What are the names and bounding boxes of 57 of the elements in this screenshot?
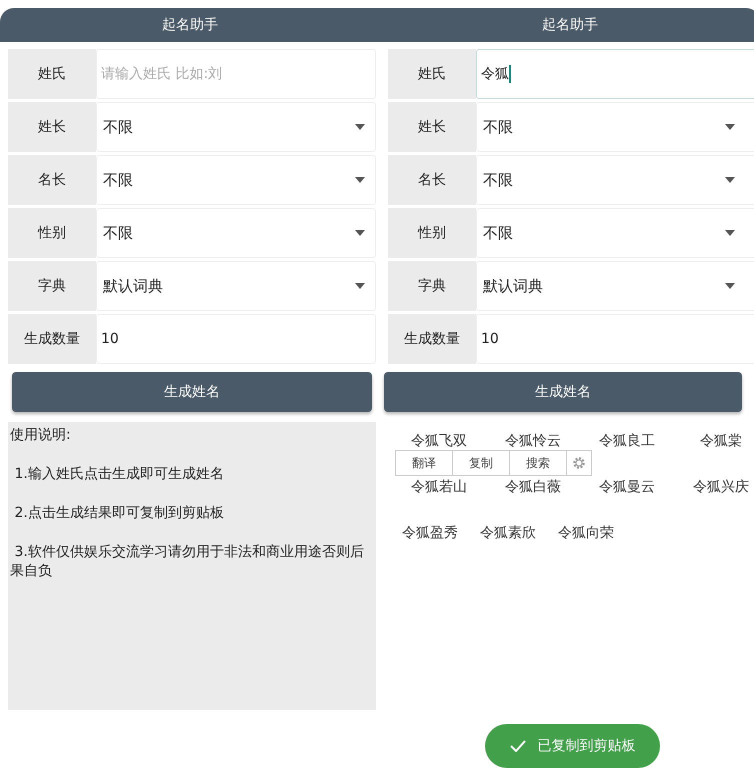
instruction-text: 2.点击生成结果即可复制到剪贴板 <box>13 504 225 523</box>
field-label: 性别 <box>388 208 476 258</box>
field-label: 生成数量 <box>388 314 476 364</box>
dropdown-caret-icon <box>725 230 735 236</box>
text-cursor <box>509 65 511 83</box>
field-label: 姓长 <box>8 102 96 152</box>
toast-text: 已复制到剪贴板 <box>538 737 636 755</box>
field-label: 名长 <box>8 155 96 205</box>
name-result[interactable]: 令狐棠 <box>674 432 754 450</box>
generate-button[interactable]: 生成姓名 <box>384 372 742 412</box>
dropdown[interactable]: 不限 <box>476 155 754 205</box>
field-label: 姓氏 <box>8 49 96 99</box>
field-label: 生成数量 <box>8 314 96 364</box>
dropdown-caret-icon <box>355 230 365 236</box>
dropdown[interactable]: 默认词典 <box>96 261 376 311</box>
dropdown-caret-icon <box>725 177 735 183</box>
field-label: 性别 <box>8 208 96 258</box>
dropdown[interactable]: 不限 <box>96 155 376 205</box>
input-field[interactable]: 10 <box>476 314 754 364</box>
menu-item[interactable]: 复制 <box>453 451 510 475</box>
dropdown[interactable]: 不限 <box>476 208 754 258</box>
dropdown[interactable]: 不限 <box>96 102 376 152</box>
settings-icon[interactable] <box>572 456 586 470</box>
input-field[interactable]: 令狐 <box>476 49 754 99</box>
title-bar: 起名助手 <box>380 8 754 42</box>
dropdown-caret-icon <box>725 124 735 130</box>
field-label: 字典 <box>388 261 476 311</box>
name-result[interactable]: 令狐飞双 <box>392 432 486 450</box>
name-result[interactable]: 令狐素欣 <box>470 524 548 542</box>
name-result[interactable]: 令狐白薇 <box>486 478 580 496</box>
dropdown-caret-icon <box>725 283 735 289</box>
menu-item[interactable]: 搜索 <box>510 451 567 475</box>
instruction-text: 3.软件仅供娱乐交流学习请勿用于非法和商业用途否则后果自负 <box>10 543 365 581</box>
check-icon <box>510 740 526 752</box>
name-result[interactable]: 令狐兴庆 <box>674 478 754 496</box>
instruction-text: 1.输入姓氏点击生成即可生成姓名 <box>13 465 225 484</box>
field-label: 姓长 <box>388 102 476 152</box>
dropdown[interactable]: 不限 <box>96 208 376 258</box>
title-bar: 起名助手 <box>0 8 380 42</box>
field-label: 名长 <box>388 155 476 205</box>
dropdown[interactable]: 默认词典 <box>476 261 754 311</box>
name-result[interactable]: 令狐曼云 <box>580 478 674 496</box>
name-result[interactable]: 令狐良工 <box>580 432 674 450</box>
dropdown-caret-icon <box>355 124 365 130</box>
field-label: 姓氏 <box>388 49 476 99</box>
name-result[interactable]: 令狐盈秀 <box>392 524 470 542</box>
menu-item[interactable]: 翻译 <box>396 451 453 475</box>
name-result[interactable]: 令狐若山 <box>392 478 486 496</box>
name-result[interactable]: 令狐怜云 <box>486 432 580 450</box>
instruction-text: 使用说明: <box>10 426 72 445</box>
dropdown-caret-icon <box>355 283 365 289</box>
generate-button[interactable]: 生成姓名 <box>12 372 372 412</box>
field-label: 字典 <box>8 261 96 311</box>
dropdown-caret-icon <box>355 177 365 183</box>
input-field[interactable]: 10 <box>96 314 376 364</box>
dropdown[interactable]: 不限 <box>476 102 754 152</box>
name-result[interactable]: 令狐向荣 <box>548 524 626 542</box>
